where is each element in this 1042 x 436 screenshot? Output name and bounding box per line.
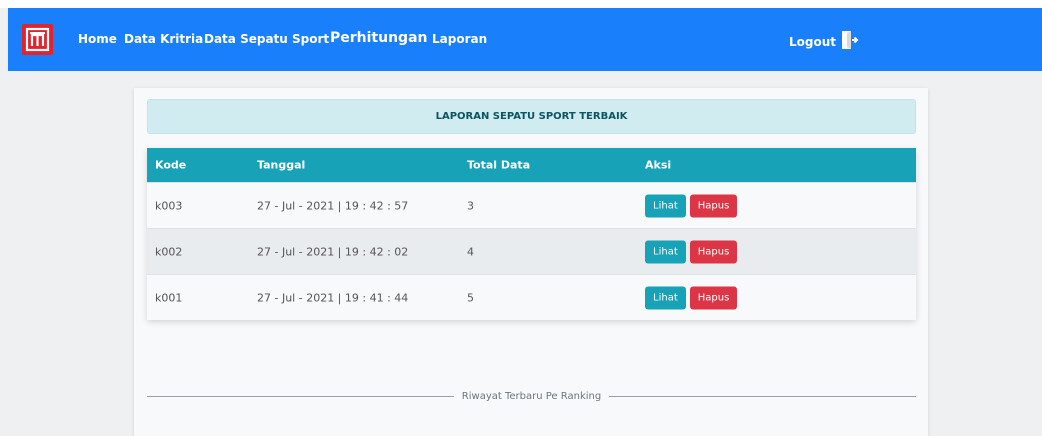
row-actions: Lihat Hapus: [645, 194, 741, 217]
row-total: 3: [467, 199, 474, 212]
report-title: LAPORAN SEPATU SPORT TERBAIK: [147, 99, 916, 134]
row-actions: Lihat Hapus: [645, 286, 741, 309]
table-row: k001 27 - Jul - 2021 | 19 : 41 : 44 5 Li…: [147, 274, 916, 320]
nav-laporan[interactable]: Laporan: [432, 32, 487, 46]
row-total: 5: [467, 291, 474, 304]
hapus-button[interactable]: Hapus: [689, 194, 738, 217]
navbar: Home Data Kritria Data Sepatu Sport Perh…: [8, 8, 1042, 71]
history-divider: Riwayat Terbaru Pe Ranking: [147, 388, 917, 404]
table-row: k003 27 - Jul - 2021 | 19 : 42 : 57 3 Li…: [147, 182, 916, 228]
column-header-kode: Kode: [155, 158, 187, 172]
row-actions: Lihat Hapus: [645, 240, 741, 263]
report-table: Kode Tanggal Total Data Aksi k003 27 - J…: [147, 148, 916, 320]
brand-logo-icon[interactable]: [22, 24, 53, 55]
lihat-button[interactable]: Lihat: [645, 286, 686, 309]
logout-button[interactable]: Logout: [789, 30, 859, 53]
row-total: 4: [467, 245, 474, 258]
hapus-button[interactable]: Hapus: [689, 286, 738, 309]
row-kode: k003: [155, 199, 183, 212]
row-kode: k002: [155, 245, 183, 258]
lihat-button[interactable]: Lihat: [645, 240, 686, 263]
nav-perhitungan[interactable]: Perhitungan: [330, 30, 428, 46]
nav-data-kriteria[interactable]: Data Kritria: [124, 32, 203, 46]
row-tanggal: 27 - Jul - 2021 | 19 : 41 : 44: [257, 291, 409, 304]
table-row: k002 27 - Jul - 2021 | 19 : 42 : 02 4 Li…: [147, 228, 916, 274]
column-header-aksi: Aksi: [645, 158, 672, 172]
top-strip: [0, 0, 1042, 8]
logout-label: Logout: [789, 34, 837, 49]
table-header: Kode Tanggal Total Data Aksi: [147, 148, 916, 182]
row-tanggal: 27 - Jul - 2021 | 19 : 42 : 57: [257, 199, 409, 212]
row-tanggal: 27 - Jul - 2021 | 19 : 42 : 02: [257, 245, 409, 258]
logout-door-icon: [841, 30, 859, 53]
row-kode: k001: [155, 291, 183, 304]
report-card: LAPORAN SEPATU SPORT TERBAIK Kode Tangga…: [134, 88, 928, 436]
hapus-button[interactable]: Hapus: [689, 240, 738, 263]
nav-data-sepatu-sport[interactable]: Data Sepatu Sport: [204, 32, 329, 46]
column-header-total-data: Total Data: [467, 158, 531, 172]
divider-text: Riwayat Terbaru Pe Ranking: [461, 390, 602, 402]
nav-home[interactable]: Home: [78, 32, 117, 46]
divider-line-right: [609, 395, 917, 397]
divider-line-left: [147, 395, 454, 397]
lihat-button[interactable]: Lihat: [645, 194, 686, 217]
column-header-tanggal: Tanggal: [257, 158, 306, 172]
